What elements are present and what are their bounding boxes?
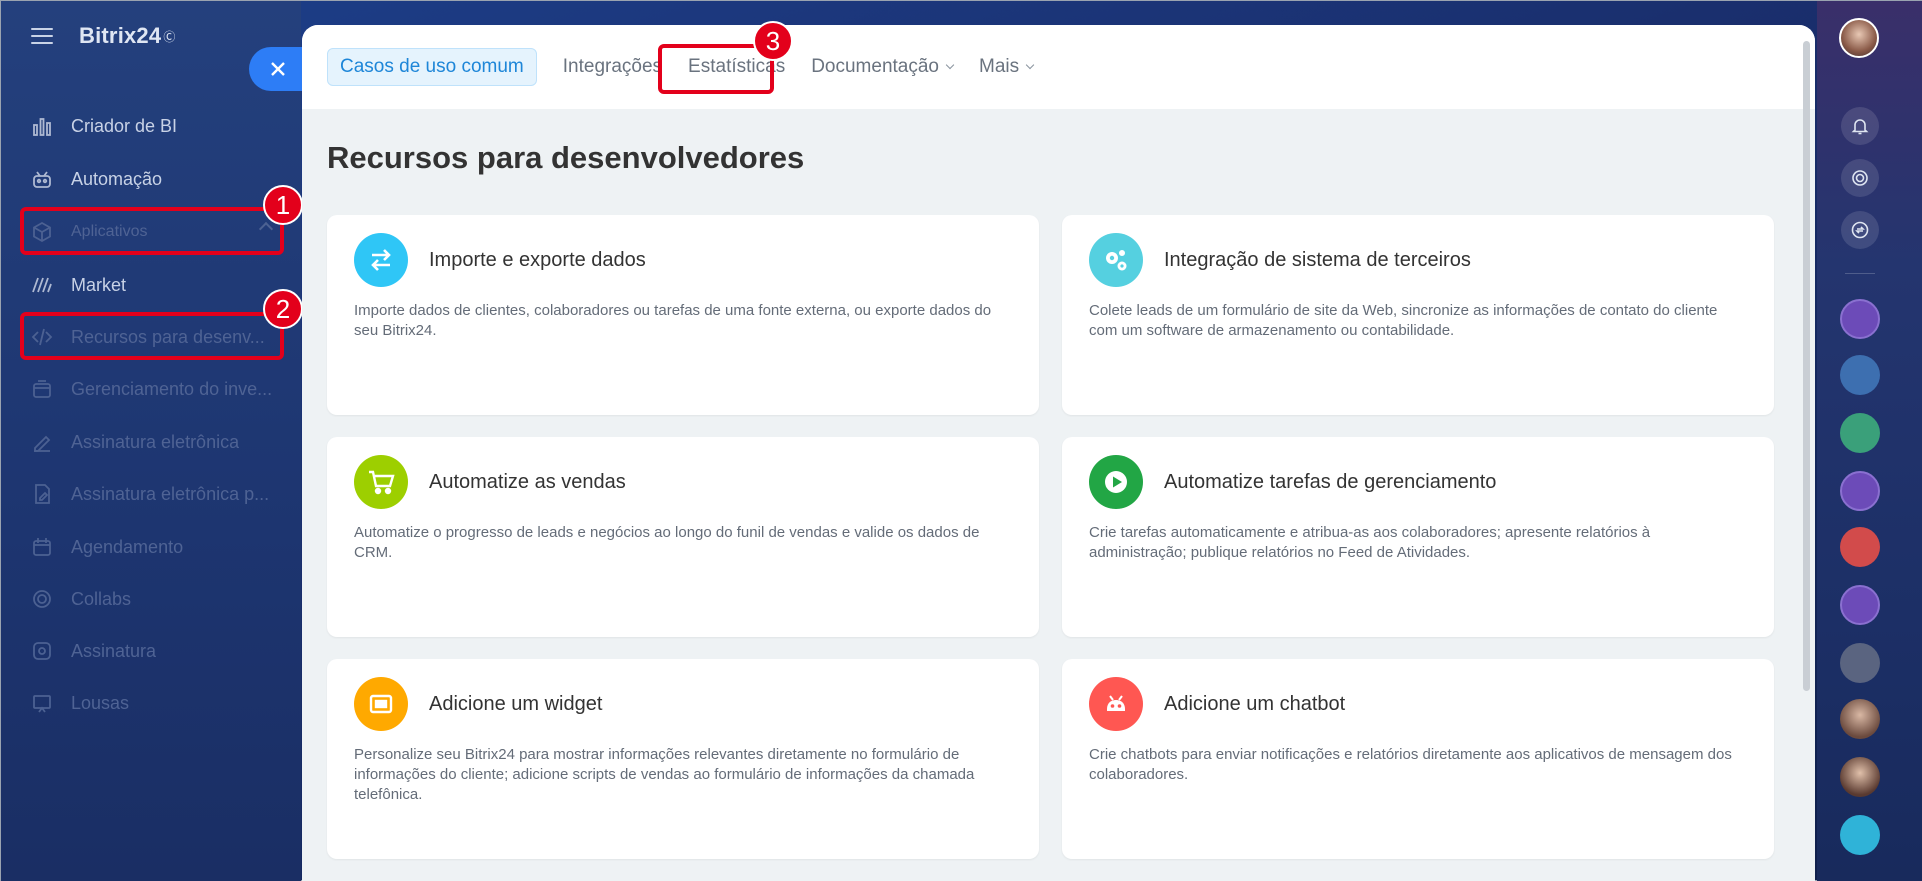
card-import-export[interactable]: Importe e exporte dados Importe dados de… (327, 215, 1039, 415)
sidebar-item-label: Criador de BI (71, 115, 178, 136)
tab-label: Casos de uso comum (340, 56, 524, 77)
rail-divider (1845, 273, 1875, 274)
messages-avatar[interactable] (1840, 815, 1880, 855)
board-icon (31, 692, 53, 714)
page-title: Recursos para desenvolvedores (327, 140, 805, 175)
tab-more[interactable]: Mais (979, 48, 1035, 86)
highlight-apps (20, 207, 284, 255)
card-description: Automatize o progresso de leads e negóci… (354, 524, 980, 561)
top-navigation: Casos de uso comum Integrações Estatísti… (302, 25, 1815, 109)
sidebar-item-e-signature-hr[interactable]: Assinatura eletrônica p... (21, 472, 283, 516)
tab-label: Documentação (811, 56, 939, 77)
card-title: Integração de sistema de terceiros (1164, 249, 1471, 271)
tab-label: Integrações (562, 56, 663, 77)
sidebar-item-label: Agendamento (71, 536, 184, 557)
contact-avatar[interactable] (1840, 757, 1880, 797)
gears-icon (1089, 233, 1143, 287)
contact-avatar[interactable] (1840, 699, 1880, 739)
panel-scrollbar[interactable] (1803, 41, 1810, 691)
sidebar-item-label: Gerenciamento do inve... (71, 378, 273, 399)
subscription-icon (31, 640, 53, 662)
user-avatar[interactable] (1839, 18, 1879, 58)
group-chat-avatar[interactable] (1840, 585, 1880, 625)
sidebar-item-label: Market (71, 274, 127, 295)
team-chat-avatar[interactable] (1840, 527, 1880, 567)
notifications-button[interactable] (1841, 107, 1879, 145)
sidebar-item-market[interactable]: Market (21, 263, 283, 307)
collabs-icon (31, 588, 53, 610)
widget-icon (354, 677, 408, 731)
sidebar-item-label: Automação (71, 168, 163, 189)
cart-icon (354, 455, 408, 509)
tasks-chat-avatar[interactable] (1840, 355, 1880, 395)
card-title: Adicione um chatbot (1164, 693, 1346, 715)
card-description: Colete leads de um formulário de site da… (1089, 302, 1718, 339)
spiral-icon (1852, 170, 1868, 186)
logo-mark: Ⓒ (163, 29, 176, 44)
step-badge-2: 2 (263, 289, 303, 329)
sidebar-item-label: Assinatura eletrônica (71, 431, 240, 452)
developer-resources-panel: Casos de uso comum Integrações Estatísti… (302, 25, 1815, 881)
sidebar-item-automation[interactable]: Automação (21, 157, 283, 201)
card-description: Importe dados de clientes, colaboradores… (354, 302, 992, 339)
close-panel-button[interactable] (249, 47, 305, 91)
card-automate-management[interactable]: Automatize tarefas de gerenciamento Crie… (1062, 437, 1774, 637)
app-logo[interactable]: Bitrix24 (79, 23, 161, 49)
copilot-button[interactable] (1841, 159, 1879, 197)
market-icon (31, 274, 53, 296)
tab-common-use-cases[interactable]: Casos de uso comum (327, 48, 537, 86)
menu-icon[interactable] (31, 28, 53, 44)
arrows-exchange-icon (354, 233, 408, 287)
card-add-widget[interactable]: Adicione um widget Personalize seu Bitri… (327, 659, 1039, 859)
sidebar-item-e-signature[interactable]: Assinatura eletrônica (21, 420, 283, 464)
sidebar-item-booking[interactable]: Agendamento (21, 525, 283, 569)
bar-chart-icon (31, 115, 53, 137)
card-description: Personalize seu Bitrix24 para mostrar in… (354, 746, 975, 803)
robot-icon (31, 168, 53, 190)
group-chat-avatar[interactable] (1840, 471, 1880, 511)
team-chat-avatar[interactable] (1840, 413, 1880, 453)
chevron-down-icon (945, 60, 955, 70)
card-description: Crie tarefas automaticamente e atribua-a… (1089, 524, 1651, 561)
chevron-down-icon (1025, 60, 1035, 70)
play-icon (1089, 455, 1143, 509)
chat-sync-button[interactable] (1841, 211, 1879, 249)
bot-icon (1089, 677, 1143, 731)
tab-label: Mais (979, 56, 1020, 77)
chat-sync-icon (1851, 221, 1869, 239)
left-sidebar: Bitrix24 Ⓒ Criador de BI Automação Aplica… (1, 1, 301, 881)
signature-icon (31, 431, 53, 453)
sidebar-header: Bitrix24 Ⓒ (31, 23, 175, 49)
bell-icon (1851, 119, 1869, 135)
sidebar-item-bi-builder[interactable]: Criador de BI (21, 104, 283, 148)
sidebar-item-label: Assinatura eletrônica p... (71, 483, 270, 504)
sidebar-item-subscription[interactable]: Assinatura (21, 629, 283, 673)
card-title: Automatize tarefas de gerenciamento (1164, 471, 1497, 493)
card-title: Adicione um widget (429, 693, 603, 715)
sidebar-item-inventory[interactable]: Gerenciamento do inve... (21, 367, 283, 411)
tab-integrations[interactable]: Integrações (563, 48, 662, 86)
step-badge-1: 1 (263, 185, 303, 225)
inventory-icon (31, 378, 53, 400)
contact-avatar[interactable] (1840, 643, 1880, 683)
card-third-party-integration[interactable]: Integração de sistema de terceiros Colet… (1062, 215, 1774, 415)
signature-doc-icon (31, 483, 53, 505)
step-badge-3: 3 (753, 21, 793, 61)
card-add-chatbot[interactable]: Adicione um chatbot Crie chatbots para e… (1062, 659, 1774, 859)
calendar-icon (31, 536, 53, 558)
sidebar-item-collabs[interactable]: Collabs (21, 577, 283, 621)
highlight-developer-resources (20, 312, 284, 360)
sidebar-item-label: Collabs (71, 588, 132, 609)
sidebar-item-label: Assinatura (71, 640, 157, 661)
close-icon (271, 62, 285, 76)
card-automate-sales[interactable]: Automatize as vendas Automatize o progre… (327, 437, 1039, 637)
card-description: Crie chatbots para enviar notificações e… (1089, 746, 1732, 783)
tab-documentation[interactable]: Documentação (811, 48, 955, 86)
sidebar-item-boards[interactable]: Lousas (21, 681, 283, 725)
card-title: Automatize as vendas (429, 471, 626, 493)
sidebar-item-label: Lousas (71, 692, 130, 713)
card-title: Importe e exporte dados (429, 249, 646, 271)
group-chat-avatar[interactable] (1840, 299, 1880, 339)
